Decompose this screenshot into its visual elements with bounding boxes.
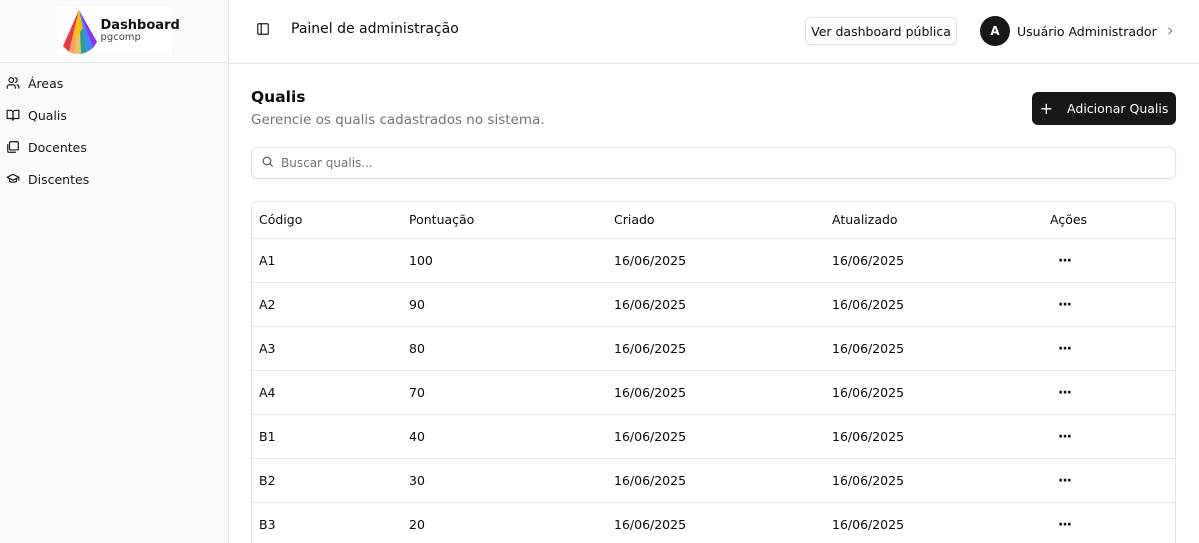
- column-header-criado: Criado: [607, 202, 825, 239]
- graduation-cap-icon: [6, 172, 20, 186]
- cell-criado: 16/06/2025: [607, 414, 825, 459]
- plus-icon: +: [1039, 98, 1054, 118]
- cell-acoes: ···: [1043, 282, 1175, 327]
- cell-criado: 16/06/2025: [607, 282, 825, 327]
- logo-subtitle: pgcomp: [100, 32, 141, 43]
- column-header-pontuacao: Pontuação: [402, 202, 607, 239]
- row-actions-menu-icon[interactable]: ···: [1058, 518, 1072, 532]
- avatar: A: [980, 16, 1010, 46]
- sidebar-toggle-button[interactable]: [254, 22, 272, 40]
- cell-pontuacao: 30: [402, 458, 607, 503]
- cell-codigo: A1: [252, 238, 402, 283]
- cell-pontuacao: 20: [402, 502, 607, 543]
- users-icon: [6, 76, 20, 90]
- table-row: B1 40 16/06/2025 16/06/2025 ···: [252, 414, 1175, 459]
- cell-codigo: A4: [252, 370, 402, 415]
- sidebar-item-discentes[interactable]: Discentes: [0, 163, 228, 195]
- cell-atualizado: 16/06/2025: [825, 458, 1043, 503]
- row-actions-menu-icon[interactable]: ···: [1058, 298, 1072, 312]
- row-actions-menu-icon[interactable]: ···: [1058, 474, 1072, 488]
- cell-codigo: A2: [252, 282, 402, 327]
- cell-atualizado: 16/06/2025: [825, 326, 1043, 371]
- user-menu[interactable]: A Usuário Administrador: [980, 16, 1175, 46]
- cell-pontuacao: 90: [402, 282, 607, 327]
- sidebar-item-label: Qualis: [28, 107, 67, 123]
- add-qualis-button[interactable]: + Adicionar Qualis: [1032, 92, 1176, 125]
- column-header-acoes: Ações: [1043, 202, 1175, 239]
- sidebar: Dashboard pgcomp Áreas Qualis Docentes D…: [0, 0, 229, 543]
- sidebar-item-label: Docentes: [28, 139, 87, 155]
- row-actions-menu-icon[interactable]: ···: [1058, 430, 1072, 444]
- chevron-right-icon: [1165, 26, 1175, 36]
- row-actions-menu-icon[interactable]: ···: [1058, 386, 1072, 400]
- qualis-table: Código Pontuação Criado Atualizado Ações…: [251, 201, 1176, 543]
- cell-pontuacao: 70: [402, 370, 607, 415]
- table-header-row: Código Pontuação Criado Atualizado Ações: [252, 202, 1175, 239]
- sidebar-item-areas[interactable]: Áreas: [0, 67, 228, 99]
- cell-atualizado: 16/06/2025: [825, 282, 1043, 327]
- sidebar-nav: Áreas Qualis Docentes Discentes: [0, 63, 228, 195]
- top-header: Painel de administração Ver dashboard pú…: [229, 0, 1199, 64]
- page-header-title: Painel de administração: [291, 21, 459, 37]
- cell-criado: 16/06/2025: [607, 238, 825, 283]
- cell-acoes: ···: [1043, 326, 1175, 371]
- page-title: Qualis: [251, 88, 306, 106]
- search-input[interactable]: [281, 156, 1161, 170]
- cell-atualizado: 16/06/2025: [825, 502, 1043, 543]
- row-actions-menu-icon[interactable]: ···: [1058, 254, 1072, 268]
- logo-title: Dashboard: [100, 18, 180, 33]
- cell-pontuacao: 40: [402, 414, 607, 459]
- sidebar-item-label: Discentes: [28, 171, 90, 187]
- cell-codigo: B2: [252, 458, 402, 503]
- sidebar-item-qualis[interactable]: Qualis: [0, 99, 228, 131]
- cell-acoes: ···: [1043, 370, 1175, 415]
- table-row: B2 30 16/06/2025 16/06/2025 ···: [252, 458, 1175, 503]
- cell-criado: 16/06/2025: [607, 370, 825, 415]
- user-name: Usuário Administrador: [1017, 23, 1157, 39]
- cell-acoes: ···: [1043, 414, 1175, 459]
- public-dashboard-button[interactable]: Ver dashboard pública: [805, 17, 957, 45]
- table-row: A2 90 16/06/2025 16/06/2025 ···: [252, 282, 1175, 327]
- panel-left-icon: [256, 22, 270, 40]
- cell-atualizado: 16/06/2025: [825, 238, 1043, 283]
- add-qualis-label: Adicionar Qualis: [1067, 101, 1169, 116]
- cell-pontuacao: 80: [402, 326, 607, 371]
- cell-pontuacao: 100: [402, 238, 607, 283]
- search-icon: [261, 155, 274, 172]
- cell-criado: 16/06/2025: [607, 458, 825, 503]
- cell-codigo: A3: [252, 326, 402, 371]
- row-actions-menu-icon[interactable]: ···: [1058, 342, 1072, 356]
- cell-atualizado: 16/06/2025: [825, 414, 1043, 459]
- cell-acoes: ···: [1043, 502, 1175, 543]
- column-header-atualizado: Atualizado: [825, 202, 1043, 239]
- table-row: A1 100 16/06/2025 16/06/2025 ···: [252, 238, 1175, 283]
- cell-criado: 16/06/2025: [607, 502, 825, 543]
- table-row: B3 20 16/06/2025 16/06/2025 ···: [252, 502, 1175, 543]
- book-open-icon: [6, 108, 20, 122]
- page-subtitle: Gerencie os qualis cadastrados no sistem…: [251, 112, 545, 128]
- cell-atualizado: 16/06/2025: [825, 370, 1043, 415]
- logo-mark-icon: [62, 10, 97, 54]
- sidebar-item-docentes[interactable]: Docentes: [0, 131, 228, 163]
- search-box: [251, 147, 1176, 179]
- logo-area: Dashboard pgcomp: [0, 0, 228, 63]
- table-row: A3 80 16/06/2025 16/06/2025 ···: [252, 326, 1175, 371]
- library-icon: [6, 140, 20, 154]
- cell-acoes: ···: [1043, 238, 1175, 283]
- table-row: A4 70 16/06/2025 16/06/2025 ···: [252, 370, 1175, 415]
- sidebar-item-label: Áreas: [28, 75, 64, 91]
- column-header-codigo: Código: [252, 202, 402, 239]
- cell-criado: 16/06/2025: [607, 326, 825, 371]
- cell-codigo: B3: [252, 502, 402, 543]
- logo[interactable]: Dashboard pgcomp: [56, 7, 180, 55]
- cell-acoes: ···: [1043, 458, 1175, 503]
- cell-codigo: B1: [252, 414, 402, 459]
